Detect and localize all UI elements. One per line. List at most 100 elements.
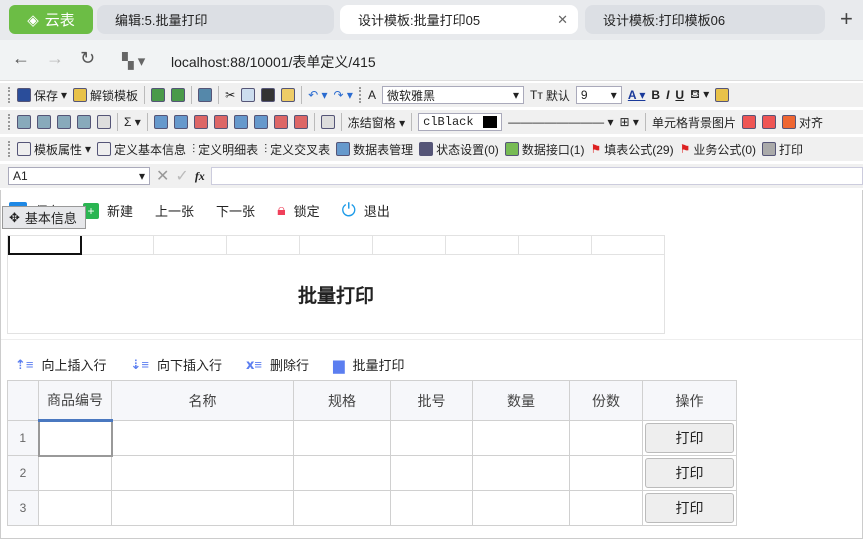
fx-icon[interactable]: fx	[195, 169, 205, 184]
forward-icon[interactable]: →	[46, 48, 64, 69]
insert-row-above-button[interactable]: ⇡≡ 向上插入行	[15, 355, 107, 374]
sheet-title: 批量打印	[297, 286, 374, 307]
bold-button[interactable]: B	[651, 88, 660, 102]
font-size-select[interactable]: 9 ▾	[575, 86, 622, 104]
status-settings-button[interactable]: 状态设置(0)	[419, 141, 499, 158]
font-select[interactable]: 微软雅黑 ▾	[381, 86, 524, 104]
formula-input[interactable]	[210, 167, 863, 185]
italic-button[interactable]: I	[666, 88, 669, 102]
url-text[interactable]: localhost:88/10001/表单定义/415	[171, 52, 376, 72]
table-icon[interactable]	[17, 115, 31, 129]
exit-icon[interactable]	[198, 88, 213, 102]
toolbar-row-1: 保存 ▾ 解锁模板 ✂ ↶ ▾ ↷ ▾ A 微软雅黑 ▾ Tт 默认 9 ▾ A ▾ B…	[0, 83, 863, 107]
rows-icon[interactable]	[57, 115, 71, 129]
default-font-button[interactable]: Tт 默认	[530, 87, 570, 104]
printer-icon	[762, 142, 777, 156]
column-header[interactable]: 商品编号	[38, 380, 112, 422]
prev-button[interactable]: 上一张	[155, 200, 194, 221]
detail-toolbar: ⇡≡ 向上插入行 ⇣≡ 向下插入行 ⅹ≡ 删除行 ▆ 批量打印	[15, 355, 405, 374]
export-icon[interactable]	[171, 88, 186, 102]
insert-row-icon[interactable]	[153, 115, 168, 129]
tab-design-05[interactable]: 设计模板:批量打印05 ✕	[340, 5, 578, 34]
tab-design-06[interactable]: 设计模板:打印模板06	[585, 5, 825, 34]
row-print-button[interactable]: 打印	[645, 493, 734, 523]
cell-name-box[interactable]: A1 ▾	[8, 167, 150, 185]
sum-icon[interactable]: Σ ▾	[124, 115, 141, 129]
table-row: 1 打印	[7, 419, 737, 457]
define-cross-table-button[interactable]: ⫶ 定义交叉表	[264, 141, 330, 158]
remove-image-icon[interactable]	[761, 115, 776, 129]
insert-col-right-icon[interactable]	[253, 115, 268, 129]
delete-row-icon[interactable]	[193, 115, 208, 129]
back-icon[interactable]: ←	[12, 48, 30, 69]
fill-color-icon[interactable]: ⛾ ▾	[690, 87, 709, 103]
add-image-icon[interactable]	[741, 115, 756, 129]
cell-bg-image-button[interactable]: 单元格背景图片	[652, 114, 736, 131]
new-tab-icon[interactable]: +	[840, 6, 853, 32]
underline-button[interactable]: U	[675, 88, 684, 102]
columns-icon[interactable]	[77, 115, 91, 129]
column-header[interactable]: 操作	[642, 380, 737, 421]
tab-edit[interactable]: 编辑:5.批量打印	[97, 5, 334, 34]
percent-icon[interactable]	[320, 115, 335, 129]
selected-cell[interactable]	[8, 236, 82, 255]
fill-formula-button[interactable]: ⚑ 填表公式(29)	[590, 141, 673, 158]
delete-cols-icon[interactable]	[293, 115, 308, 129]
redo-icon[interactable]: ↷ ▾	[334, 88, 353, 102]
cancel-icon[interactable]: ✕	[156, 166, 169, 186]
new-button[interactable]: + 新建	[83, 200, 133, 221]
grid-icon[interactable]	[37, 115, 51, 129]
row-print-button[interactable]: 打印	[645, 423, 734, 453]
data-interface-button[interactable]: 数据接口(1)	[504, 141, 584, 158]
define-basic-info-button[interactable]: 定义基本信息	[97, 141, 186, 158]
merge-icon[interactable]	[97, 115, 111, 129]
line-style-select[interactable]: ———————— ▾	[508, 115, 613, 129]
print-button[interactable]: 打印	[762, 141, 803, 158]
freeze-panes-button[interactable]: 冻结窗格 ▾	[348, 114, 405, 131]
basic-info-badge[interactable]: ✥ 基本信息	[2, 206, 86, 229]
save-icon	[17, 88, 31, 102]
delete-row-button[interactable]: ⅹ≡ 删除行	[246, 355, 309, 374]
cut-icon[interactable]: ✂	[225, 88, 235, 102]
next-button[interactable]: 下一张	[216, 200, 255, 221]
column-header[interactable]: 名称	[111, 380, 294, 421]
align-button[interactable]: 对齐	[781, 114, 823, 131]
data-table-manage-button[interactable]: 数据表管理	[336, 141, 413, 158]
formula-bar: A1 ▾ ✕ ✓ fx	[0, 164, 863, 188]
insert-row-below-icon[interactable]	[173, 115, 188, 129]
browser-tab-bar: ◈ 云表 编辑:5.批量打印 设计模板:批量打印05 ✕ 设计模板:打印模板06 +	[0, 0, 863, 40]
template-props-button[interactable]: 模板属性 ▾	[17, 141, 91, 158]
sheet-basic-info: 批量打印	[7, 235, 665, 334]
delete-col-icon[interactable]	[273, 115, 288, 129]
business-formula-button[interactable]: ⚑ 业务公式(0)	[680, 141, 756, 158]
paste-icon[interactable]	[261, 88, 276, 102]
unlock-template-button[interactable]: 解锁模板	[73, 87, 138, 104]
define-detail-table-button[interactable]: ⫶ 定义明细表	[192, 141, 258, 158]
reload-icon[interactable]: ↻	[80, 48, 95, 69]
exit-button[interactable]: ⏻ 退出	[342, 200, 390, 221]
power-icon: ⏻	[341, 200, 356, 220]
color-select[interactable]: clBlack	[418, 113, 503, 131]
border-icon[interactable]: ⊞ ▾	[620, 115, 639, 129]
apps-icon[interactable]: ▚ ▾	[122, 52, 145, 70]
undo-icon[interactable]: ↶ ▾	[308, 88, 327, 102]
table-icon: ⫶	[264, 141, 268, 156]
app-logo[interactable]: ◈ 云表	[9, 5, 93, 34]
confirm-icon[interactable]: ✓	[175, 166, 188, 186]
lock-button[interactable]: 🔒︎ 锁定	[277, 200, 320, 221]
row-print-button[interactable]: 打印	[645, 458, 734, 488]
font-color-icon[interactable]: A ▾	[628, 88, 646, 102]
column-header[interactable]: 规格	[293, 380, 391, 421]
column-header[interactable]: 份数	[569, 380, 643, 421]
batch-print-button[interactable]: ▆ 批量打印	[333, 355, 405, 374]
insert-col-icon[interactable]	[233, 115, 248, 129]
import-icon[interactable]	[151, 88, 166, 102]
delete-rows-icon[interactable]	[213, 115, 228, 129]
format-brush-icon[interactable]	[281, 88, 296, 102]
column-header[interactable]: 数量	[472, 380, 570, 421]
column-header[interactable]: 批号	[390, 380, 473, 421]
close-icon[interactable]: ✕	[557, 12, 568, 28]
save-button[interactable]: 保存 ▾	[17, 87, 67, 104]
insert-row-below-button[interactable]: ⇣≡ 向下插入行	[131, 355, 223, 374]
copy-icon[interactable]	[241, 88, 256, 102]
